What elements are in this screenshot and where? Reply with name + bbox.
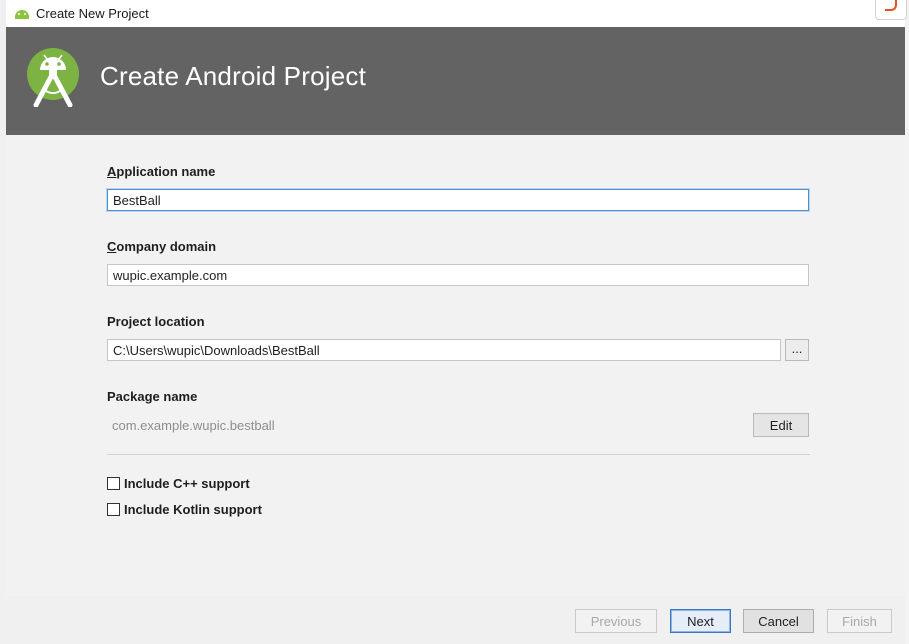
include-kotlin-label: Include Kotlin support xyxy=(124,501,262,517)
divider xyxy=(107,454,810,455)
background-app-edge xyxy=(905,0,909,644)
label-text: pplication name xyxy=(116,164,216,179)
header-banner: Create Android Project xyxy=(6,27,905,135)
title-bar[interactable]: Create New Project xyxy=(6,0,905,27)
package-name-value: com.example.wupic.bestball xyxy=(112,418,275,433)
next-button[interactable]: Next xyxy=(670,609,731,633)
include-cpp-option[interactable]: Include C++ support xyxy=(107,475,250,491)
include-kotlin-option[interactable]: Include Kotlin support xyxy=(107,501,262,517)
dialog-footer: Previous Next Cancel Finish xyxy=(6,596,905,644)
company-domain-label: Company domain xyxy=(107,239,216,254)
android-icon xyxy=(14,8,30,19)
include-cpp-checkbox[interactable] xyxy=(107,476,120,490)
project-location-label: Project location xyxy=(107,314,205,329)
mnemonic: C xyxy=(107,239,117,254)
include-cpp-label: Include C++ support xyxy=(124,475,250,491)
company-domain-input[interactable] xyxy=(107,264,809,286)
include-kotlin-checkbox[interactable] xyxy=(107,502,120,516)
application-name-label: Application name xyxy=(107,164,215,179)
edit-package-button[interactable]: Edit xyxy=(753,413,809,437)
browse-location-button[interactable]: ... xyxy=(785,339,809,361)
window-title: Create New Project xyxy=(36,6,149,21)
application-name-input[interactable] xyxy=(107,189,809,211)
package-name-label: Package name xyxy=(107,389,198,404)
project-location-input[interactable] xyxy=(107,339,781,361)
label-text: ompany domain xyxy=(116,239,217,254)
previous-button[interactable]: Previous xyxy=(575,609,657,633)
cancel-button[interactable]: Cancel xyxy=(743,609,814,633)
finish-button[interactable]: Finish xyxy=(827,609,892,633)
create-project-dialog: Create New Project Create Android Projec… xyxy=(6,0,905,644)
form-panel: Application name Company domain Project … xyxy=(6,135,905,605)
android-studio-logo xyxy=(27,48,79,107)
background-app-icon xyxy=(875,0,907,20)
page-heading: Create Android Project xyxy=(100,61,366,91)
mnemonic: A xyxy=(107,164,117,179)
